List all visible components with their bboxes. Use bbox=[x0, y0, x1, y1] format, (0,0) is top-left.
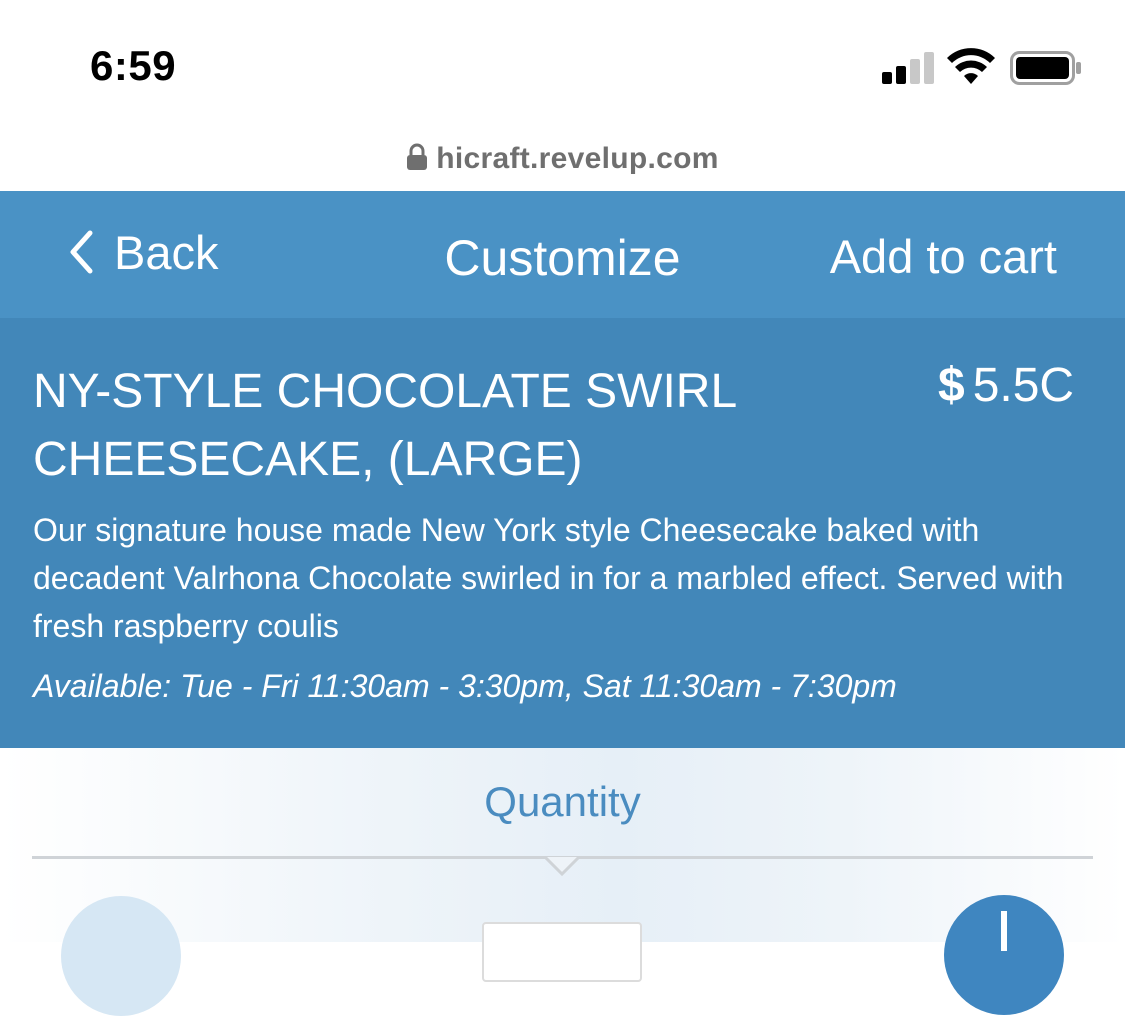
product-description: Our signature house made New York style … bbox=[33, 512, 1064, 644]
status-bar: 6:59 bbox=[0, 0, 1125, 130]
decrease-quantity-button[interactable] bbox=[61, 896, 181, 1016]
wifi-icon bbox=[947, 48, 995, 84]
price-amount: 5.5C bbox=[972, 359, 1075, 412]
product-price: $5.5C bbox=[938, 358, 1074, 414]
url-display[interactable]: hicraft.revelup.com bbox=[0, 142, 1125, 176]
increase-quantity-button[interactable] bbox=[944, 895, 1064, 1015]
battery-icon bbox=[1010, 51, 1081, 85]
clock: 6:59 bbox=[90, 42, 177, 89]
cellular-signal-icon bbox=[882, 52, 934, 84]
add-to-cart-button[interactable]: Add to cart bbox=[830, 229, 1057, 284]
product-info: NY-STYLE CHOCOLATE SWIRL CHEESECAKE, (LA… bbox=[0, 318, 1125, 748]
product-availability: Available: Tue - Fri 11:30am - 3:30pm, S… bbox=[33, 668, 897, 704]
nav-header: Back Customize Add to cart bbox=[0, 191, 1125, 318]
quantity-section: Quantity bbox=[0, 748, 1125, 942]
price-currency: $ bbox=[938, 359, 965, 412]
section-pointer-icon bbox=[545, 855, 579, 877]
quantity-input[interactable] bbox=[482, 922, 642, 982]
plus-icon bbox=[1001, 911, 1007, 951]
url-bar[interactable]: hicraft.revelup.com bbox=[0, 130, 1125, 191]
quantity-title: Quantity bbox=[484, 778, 641, 825]
lock-icon bbox=[407, 143, 428, 170]
product-name: NY-STYLE CHOCOLATE SWIRL CHEESECAKE, (LA… bbox=[33, 365, 736, 486]
url-text: hicraft.revelup.com bbox=[436, 142, 719, 175]
